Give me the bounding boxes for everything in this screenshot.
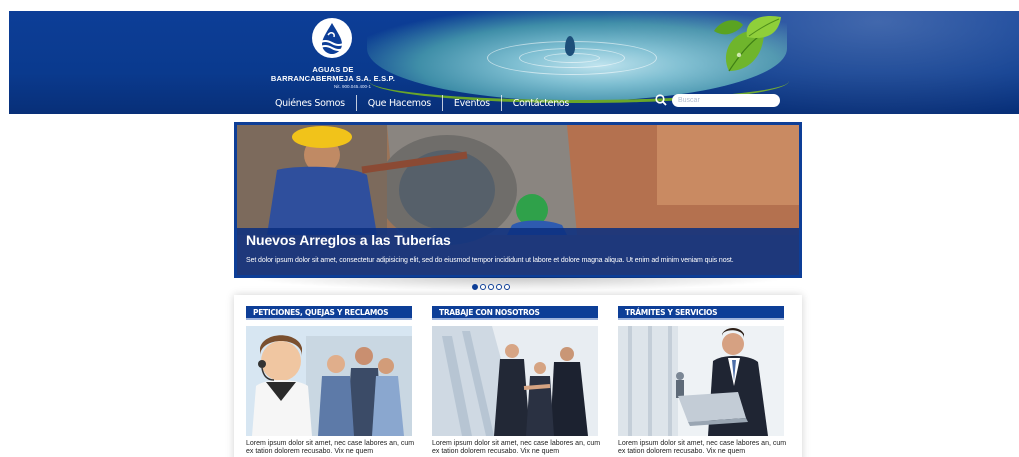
site-header: AGUAS DE BARRANCABERMEJA S.A. E.S.P. Nit… bbox=[9, 11, 1019, 114]
search-icon[interactable] bbox=[654, 93, 668, 107]
hero-slider[interactable]: Nuevos Arreglos a las Tuberías Set dolor… bbox=[234, 122, 802, 278]
card-title[interactable]: TRABAJE CON NOSOTROS bbox=[432, 306, 598, 320]
slider-dot[interactable] bbox=[472, 284, 478, 290]
logo-water-drop-icon bbox=[312, 18, 352, 58]
card-title[interactable]: TRÁMITES Y SERVICIOS bbox=[618, 306, 784, 320]
nav-item-contactenos[interactable]: Contáctenos bbox=[502, 98, 580, 109]
services-panel: PETICIONES, QUEJAS Y RECLAMOS Lorem ipsu… bbox=[234, 295, 802, 457]
search-input[interactable] bbox=[672, 93, 780, 107]
businessman-laptop-photo bbox=[618, 326, 784, 436]
slide-title[interactable]: Nuevos Arreglos a las Tuberías bbox=[246, 232, 451, 248]
call-center-photo bbox=[246, 326, 412, 436]
nav-item-que-hacemos[interactable]: Que Hacemos bbox=[357, 98, 442, 109]
company-name-line1: AGUAS DE bbox=[312, 65, 354, 74]
card-description: Lorem ipsum dolor sit amet, nec case lab… bbox=[432, 440, 601, 455]
card-tramites[interactable]: TRÁMITES Y SERVICIOS Lorem ipsum dolor s… bbox=[618, 306, 786, 456]
slider-dot[interactable] bbox=[480, 284, 486, 290]
card-description: Lorem ipsum dolor sit amet, nec case lab… bbox=[618, 440, 787, 455]
card-trabaje[interactable]: TRABAJE CON NOSOTROS Lorem ipsum dolor s… bbox=[432, 306, 600, 456]
slider-dot[interactable] bbox=[496, 284, 502, 290]
nav-item-quienes-somos[interactable]: Quiénes Somos bbox=[264, 98, 356, 109]
search-bar bbox=[654, 93, 780, 107]
card-title[interactable]: PETICIONES, QUEJAS Y RECLAMOS bbox=[246, 306, 412, 320]
slide-caption: Nuevos Arreglos a las Tuberías Set dolor… bbox=[237, 228, 799, 275]
nav-item-eventos[interactable]: Eventos bbox=[443, 98, 501, 109]
slider-shadow bbox=[244, 277, 792, 291]
business-handshake-photo bbox=[432, 326, 598, 436]
card-peticiones[interactable]: PETICIONES, QUEJAS Y RECLAMOS Lorem ipsu… bbox=[246, 306, 414, 456]
card-description: Lorem ipsum dolor sit amet, nec case lab… bbox=[246, 440, 415, 455]
company-name-line2: BARRANCABERMEJA S.A. E.S.P. bbox=[270, 74, 396, 83]
slider-dot[interactable] bbox=[504, 284, 510, 290]
slide-description: Set dolor ipsum dolor sit amet, consecte… bbox=[246, 257, 734, 264]
company-nit: Nit. 900.045.400-1 bbox=[334, 84, 372, 89]
company-logo[interactable]: AGUAS DE BARRANCABERMEJA S.A. E.S.P. Nit… bbox=[264, 17, 395, 97]
main-nav: Quiénes Somos Que Hacemos Eventos Contác… bbox=[264, 94, 580, 112]
slider-dot[interactable] bbox=[488, 284, 494, 290]
leaves-icon bbox=[714, 15, 781, 72]
slider-pagination bbox=[472, 284, 510, 290]
